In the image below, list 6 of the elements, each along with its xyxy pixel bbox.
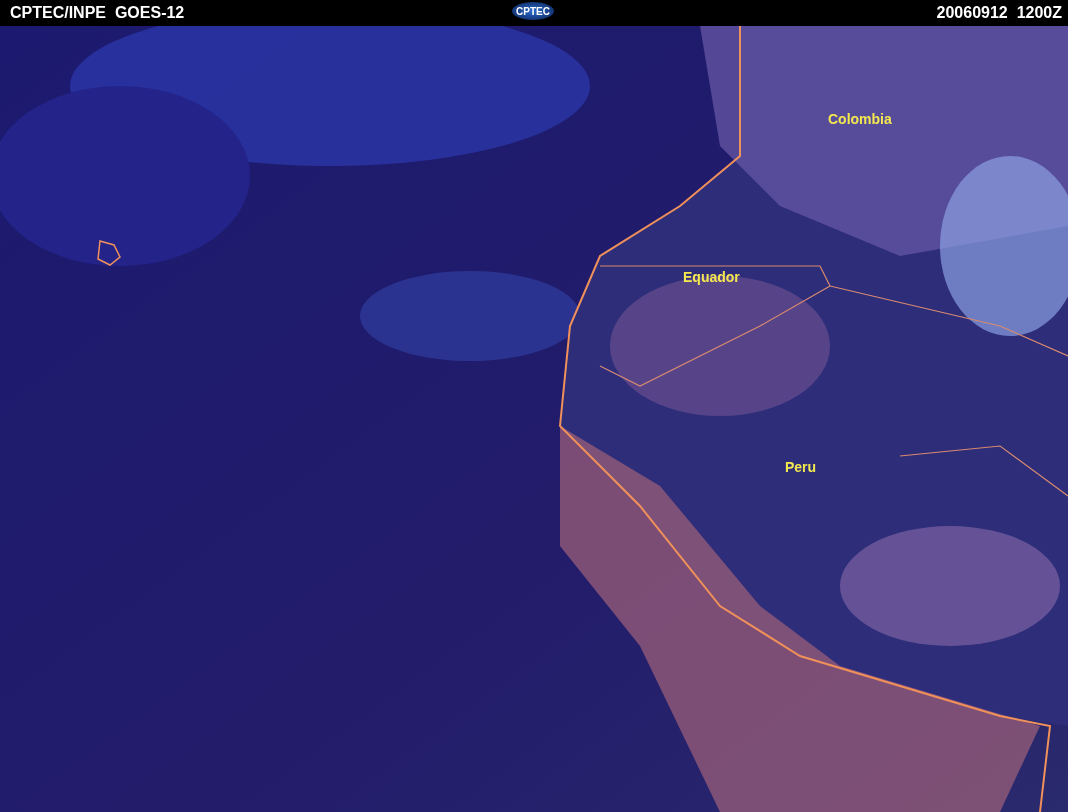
- country-label: Colombia: [828, 111, 892, 127]
- country-label: Equador: [683, 269, 740, 285]
- country-label: Peru: [785, 459, 817, 475]
- timestamp: 20060912 1200Z: [936, 4, 1062, 22]
- logo: CPTEC: [512, 2, 554, 20]
- image-title: CPTEC/INPE GOES-12: [10, 4, 185, 22]
